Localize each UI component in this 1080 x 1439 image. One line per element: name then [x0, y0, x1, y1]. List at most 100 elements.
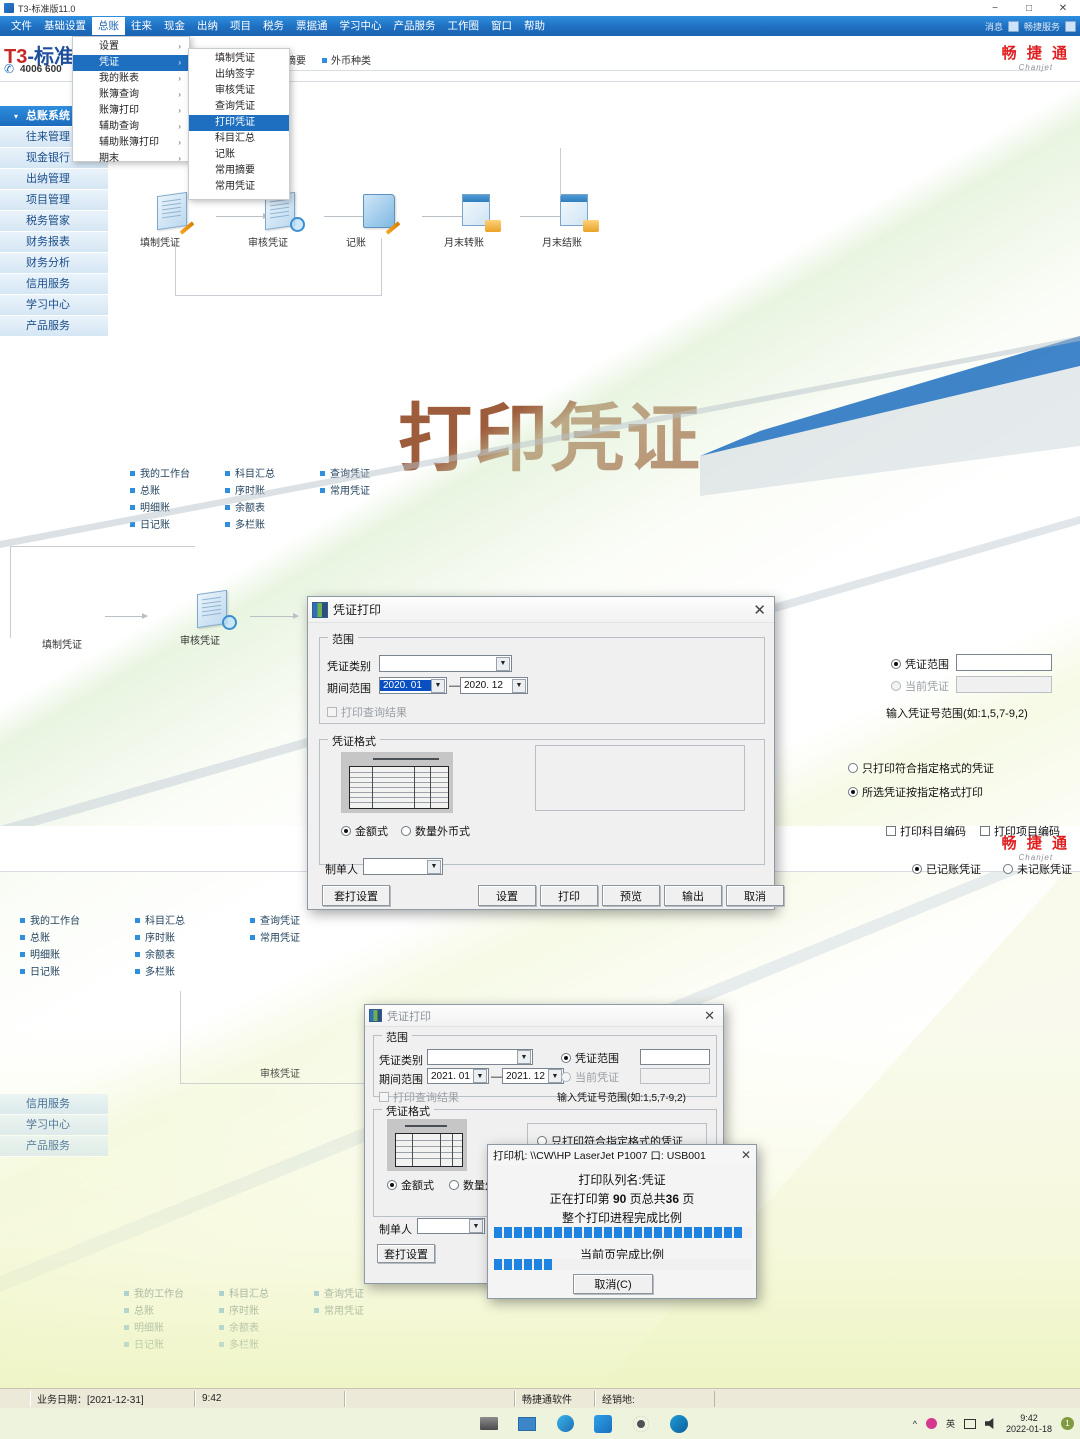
- workflow-node-month-transfer[interactable]: 月末转账: [444, 194, 514, 249]
- quicklink-my-workbench[interactable]: 我的工作台: [20, 913, 135, 930]
- format-qty-fx-radio[interactable]: 数量外币式: [401, 823, 470, 839]
- maximize-button[interactable]: □: [1012, 0, 1046, 16]
- quicklink-query-voucher[interactable]: 查询凭证: [314, 1286, 409, 1303]
- submenu-item-subject-summary[interactable]: 科目汇总: [189, 131, 289, 147]
- preview-button[interactable]: 预览: [602, 885, 660, 906]
- menu-item-bill[interactable]: 票据通: [290, 17, 334, 35]
- chevron-down-icon[interactable]: ▼: [496, 656, 510, 671]
- menu-item-work-circle[interactable]: 工作圈: [442, 17, 486, 35]
- quicklink-subject-summary[interactable]: 科目汇总: [135, 913, 250, 930]
- chevron-down-icon[interactable]: ▼: [427, 859, 441, 874]
- menu-item-cash[interactable]: 现金: [158, 17, 191, 35]
- submenu-item-audit-voucher[interactable]: 审核凭证: [189, 83, 289, 99]
- quicklink-sequential-ledger[interactable]: 序时账: [135, 930, 250, 947]
- settings-icon[interactable]: [627, 1412, 655, 1436]
- print-query-result-checkbox[interactable]: 打印查询结果: [327, 704, 407, 720]
- menu-item-basic-settings[interactable]: 基础设置: [38, 17, 92, 35]
- period-to-combo[interactable]: 2020. 12 ▼: [460, 677, 528, 694]
- quicklink-my-workbench[interactable]: 我的工作台: [124, 1286, 219, 1303]
- menu-item-window[interactable]: 窗口: [485, 17, 518, 35]
- tray-volume-icon[interactable]: [984, 1418, 994, 1429]
- back-period-from-combo[interactable]: 2021. 01 ▼: [427, 1068, 489, 1084]
- back-format-amount-radio[interactable]: 金额式: [387, 1177, 434, 1193]
- menu-item-voucher[interactable]: 凭证 ›: [73, 55, 189, 71]
- menu-item-tax[interactable]: 税务: [257, 17, 290, 35]
- quicklink-general-ledger[interactable]: 总账: [20, 930, 135, 947]
- quicklink-common-voucher[interactable]: 常用凭证: [250, 930, 365, 947]
- quicklink-subject-summary[interactable]: 科目汇总: [225, 466, 320, 483]
- sidebar-item-product-service[interactable]: 产品服务: [0, 316, 108, 337]
- quicklink-general-ledger[interactable]: 总账: [124, 1303, 219, 1320]
- edge-icon[interactable]: [665, 1412, 693, 1436]
- selected-by-format-radio[interactable]: 所选凭证按指定格式打印: [848, 784, 983, 800]
- menu-item-product-service[interactable]: 产品服务: [388, 17, 442, 35]
- print-subject-code-checkbox[interactable]: 打印科目编码: [886, 823, 966, 839]
- menu-item-cashier[interactable]: 出纳: [191, 17, 224, 35]
- chanjet-icon[interactable]: [589, 1412, 617, 1436]
- cancel-button[interactable]: 取消: [726, 885, 784, 906]
- tray-network-icon[interactable]: [963, 1418, 976, 1429]
- sidebar-item-credit-service[interactable]: 信用服务: [0, 1094, 108, 1115]
- dialog-back-close-icon[interactable]: ✕: [700, 1008, 719, 1024]
- tray-app-icon[interactable]: [925, 1418, 937, 1429]
- sidebar-item-cashier[interactable]: 出纳管理: [0, 169, 108, 190]
- sidebar-item-learning-center[interactable]: 学习中心: [0, 1115, 108, 1136]
- tray-notification-icon[interactable]: 1: [1061, 1417, 1074, 1430]
- workflow-node-month-close[interactable]: 月末结账: [542, 194, 612, 249]
- submenu-item-fill-voucher[interactable]: 填制凭证: [189, 51, 289, 67]
- back-maker-combo[interactable]: ▼: [417, 1218, 485, 1234]
- sidebar-item-project[interactable]: 项目管理: [0, 190, 108, 211]
- back-voucher-range-input[interactable]: [640, 1049, 710, 1065]
- submenu-item-post[interactable]: 记账: [189, 147, 289, 163]
- service-label[interactable]: 畅捷服务: [1024, 20, 1060, 33]
- format-amount-radio[interactable]: 金额式: [341, 823, 388, 839]
- submenu-item-cashier-sign[interactable]: 出纳签字: [189, 67, 289, 83]
- back-overlay-setup-button[interactable]: 套打设置: [377, 1244, 435, 1263]
- submenu-item-common-summary[interactable]: 常用摘要: [189, 163, 289, 179]
- menu-item-ledger-query[interactable]: 账簿查询 ›: [73, 87, 189, 103]
- current-voucher-radio[interactable]: 当前凭证: [891, 678, 949, 694]
- close-button[interactable]: ✕: [1046, 0, 1080, 16]
- menu-item-aux-query[interactable]: 辅助查询 ›: [73, 119, 189, 135]
- message-label[interactable]: 消息: [985, 20, 1003, 33]
- voucher-print-dialog[interactable]: 凭证打印 ✕ 范围 凭证类别 ▼ 期间范围 2020. 01 ▼ — 2020.…: [307, 596, 1072, 910]
- posted-voucher-radio[interactable]: 已记账凭证: [912, 861, 981, 877]
- chevron-down-icon[interactable]: ▼: [473, 1069, 487, 1083]
- chevron-down-icon[interactable]: ▼: [431, 678, 445, 693]
- voucher-range-input[interactable]: [956, 654, 1052, 671]
- sidebar-item-learning-center[interactable]: 学习中心: [0, 295, 108, 316]
- quicklink-multi-column[interactable]: 多栏账: [135, 964, 250, 981]
- quicklink-journal[interactable]: 日记账: [20, 964, 135, 981]
- voucher-type-combo[interactable]: ▼: [379, 655, 512, 672]
- quicklink-balance-sheet[interactable]: 余额表: [225, 500, 320, 517]
- quicklink-detail-ledger[interactable]: 明细账: [130, 500, 225, 517]
- gl-dropdown-level1[interactable]: 设置 › 凭证 › 我的账表 › 账簿查询 › 账簿打印 › 辅助查询 › 辅助账簿打印 › …: [72, 36, 190, 164]
- output-button[interactable]: 输出: [664, 885, 722, 906]
- back-period-to-combo[interactable]: 2021. 12 ▼: [502, 1068, 564, 1084]
- message-icon[interactable]: [1007, 20, 1019, 32]
- dialog-close-icon[interactable]: ✕: [749, 601, 770, 619]
- workflow-mid-node-fill[interactable]: 填制凭证: [42, 596, 112, 651]
- minimize-button[interactable]: −: [978, 0, 1012, 16]
- taskview-icon[interactable]: [513, 1412, 541, 1436]
- menu-item-ledger-print[interactable]: 账簿打印 ›: [73, 103, 189, 119]
- tray-clock[interactable]: 9:42 2022-01-18: [1006, 1413, 1052, 1435]
- chevron-down-icon[interactable]: ▼: [548, 1069, 562, 1083]
- quicklink-balance-sheet[interactable]: 余额表: [135, 947, 250, 964]
- quicklink-journal[interactable]: 日记账: [124, 1337, 219, 1354]
- chevron-down-icon[interactable]: ▼: [512, 678, 526, 693]
- workflow-bottom-node-audit[interactable]: 审核凭证: [260, 1025, 330, 1080]
- sidebar-item-financial-report[interactable]: 财务报表: [0, 232, 108, 253]
- sidebar-item-credit-service[interactable]: 信用服务: [0, 274, 108, 295]
- quicklink-sequential-ledger[interactable]: 序时账: [219, 1303, 314, 1320]
- menu-item-file[interactable]: 文件: [5, 17, 38, 35]
- print-progress-close-icon[interactable]: ✕: [741, 1148, 751, 1162]
- submenu-item-common-voucher[interactable]: 常用凭证: [189, 179, 289, 195]
- workflow-mid-node-audit[interactable]: 审核凭证: [180, 589, 250, 647]
- quicklink-balance-sheet[interactable]: 余额表: [219, 1320, 314, 1337]
- sidebar-item-product-service[interactable]: 产品服务: [0, 1136, 108, 1157]
- tray-chevron-icon[interactable]: ^: [913, 1419, 917, 1429]
- sidebar-item-financial-analysis[interactable]: 财务分析: [0, 253, 108, 274]
- quicklink-journal[interactable]: 日记账: [130, 517, 225, 534]
- sidebar-item-tax[interactable]: 税务管家: [0, 211, 108, 232]
